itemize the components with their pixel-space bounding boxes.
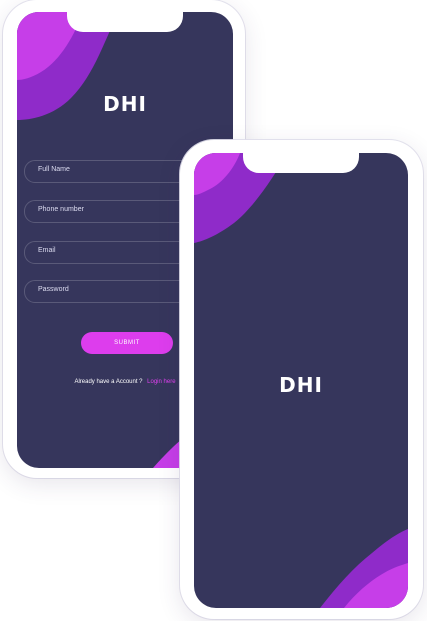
email-label: Email [38, 247, 56, 254]
phone-number-label: Phone number [38, 206, 84, 213]
phone-notch [243, 153, 359, 173]
account-prompt-text: Already have a Account ? [74, 379, 143, 385]
splash-screen: DHI [194, 153, 408, 608]
submit-button[interactable]: SUBMIT [81, 332, 173, 354]
password-label: Password [38, 286, 69, 293]
login-link[interactable]: Login here [147, 379, 175, 385]
dhi-logo: DHI [279, 373, 323, 397]
splash-phone: DHI [180, 140, 423, 619]
full-name-label: Full Name [38, 166, 70, 173]
phone-notch [67, 12, 183, 32]
dhi-logo: DHI [103, 92, 147, 116]
